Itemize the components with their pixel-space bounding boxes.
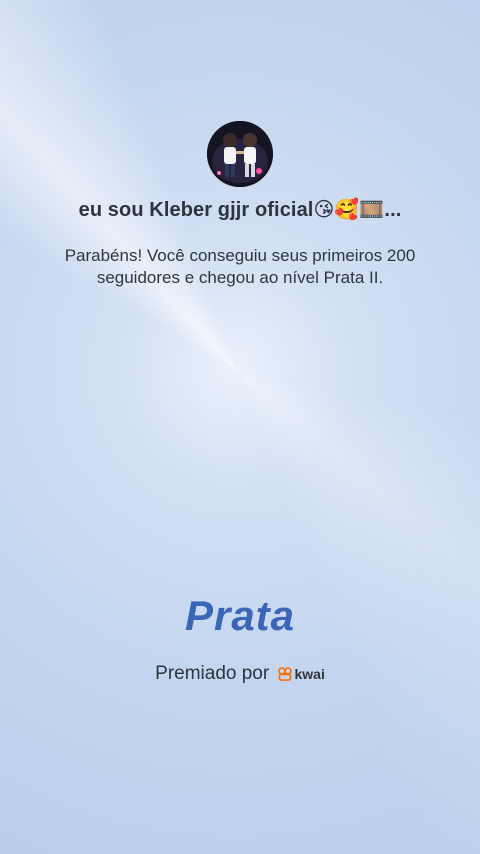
kwai-logo-icon [278,667,293,681]
username: eu sou Kleber gjjr oficial😘🥰🎞️... [78,199,402,221]
avatar-icon [207,121,273,187]
brand-name: kwai [294,665,325,682]
kwai-brand: kwai [278,665,325,682]
achievement-message: Parabéns! Você conseguiu seus primeiros … [64,246,416,287]
awarded-by-label: Premiado por [155,663,270,684]
awarded-by-line: Premiado por kwai [0,663,480,685]
level-title: Prata [184,592,296,639]
avatar[interactable] [207,121,273,187]
